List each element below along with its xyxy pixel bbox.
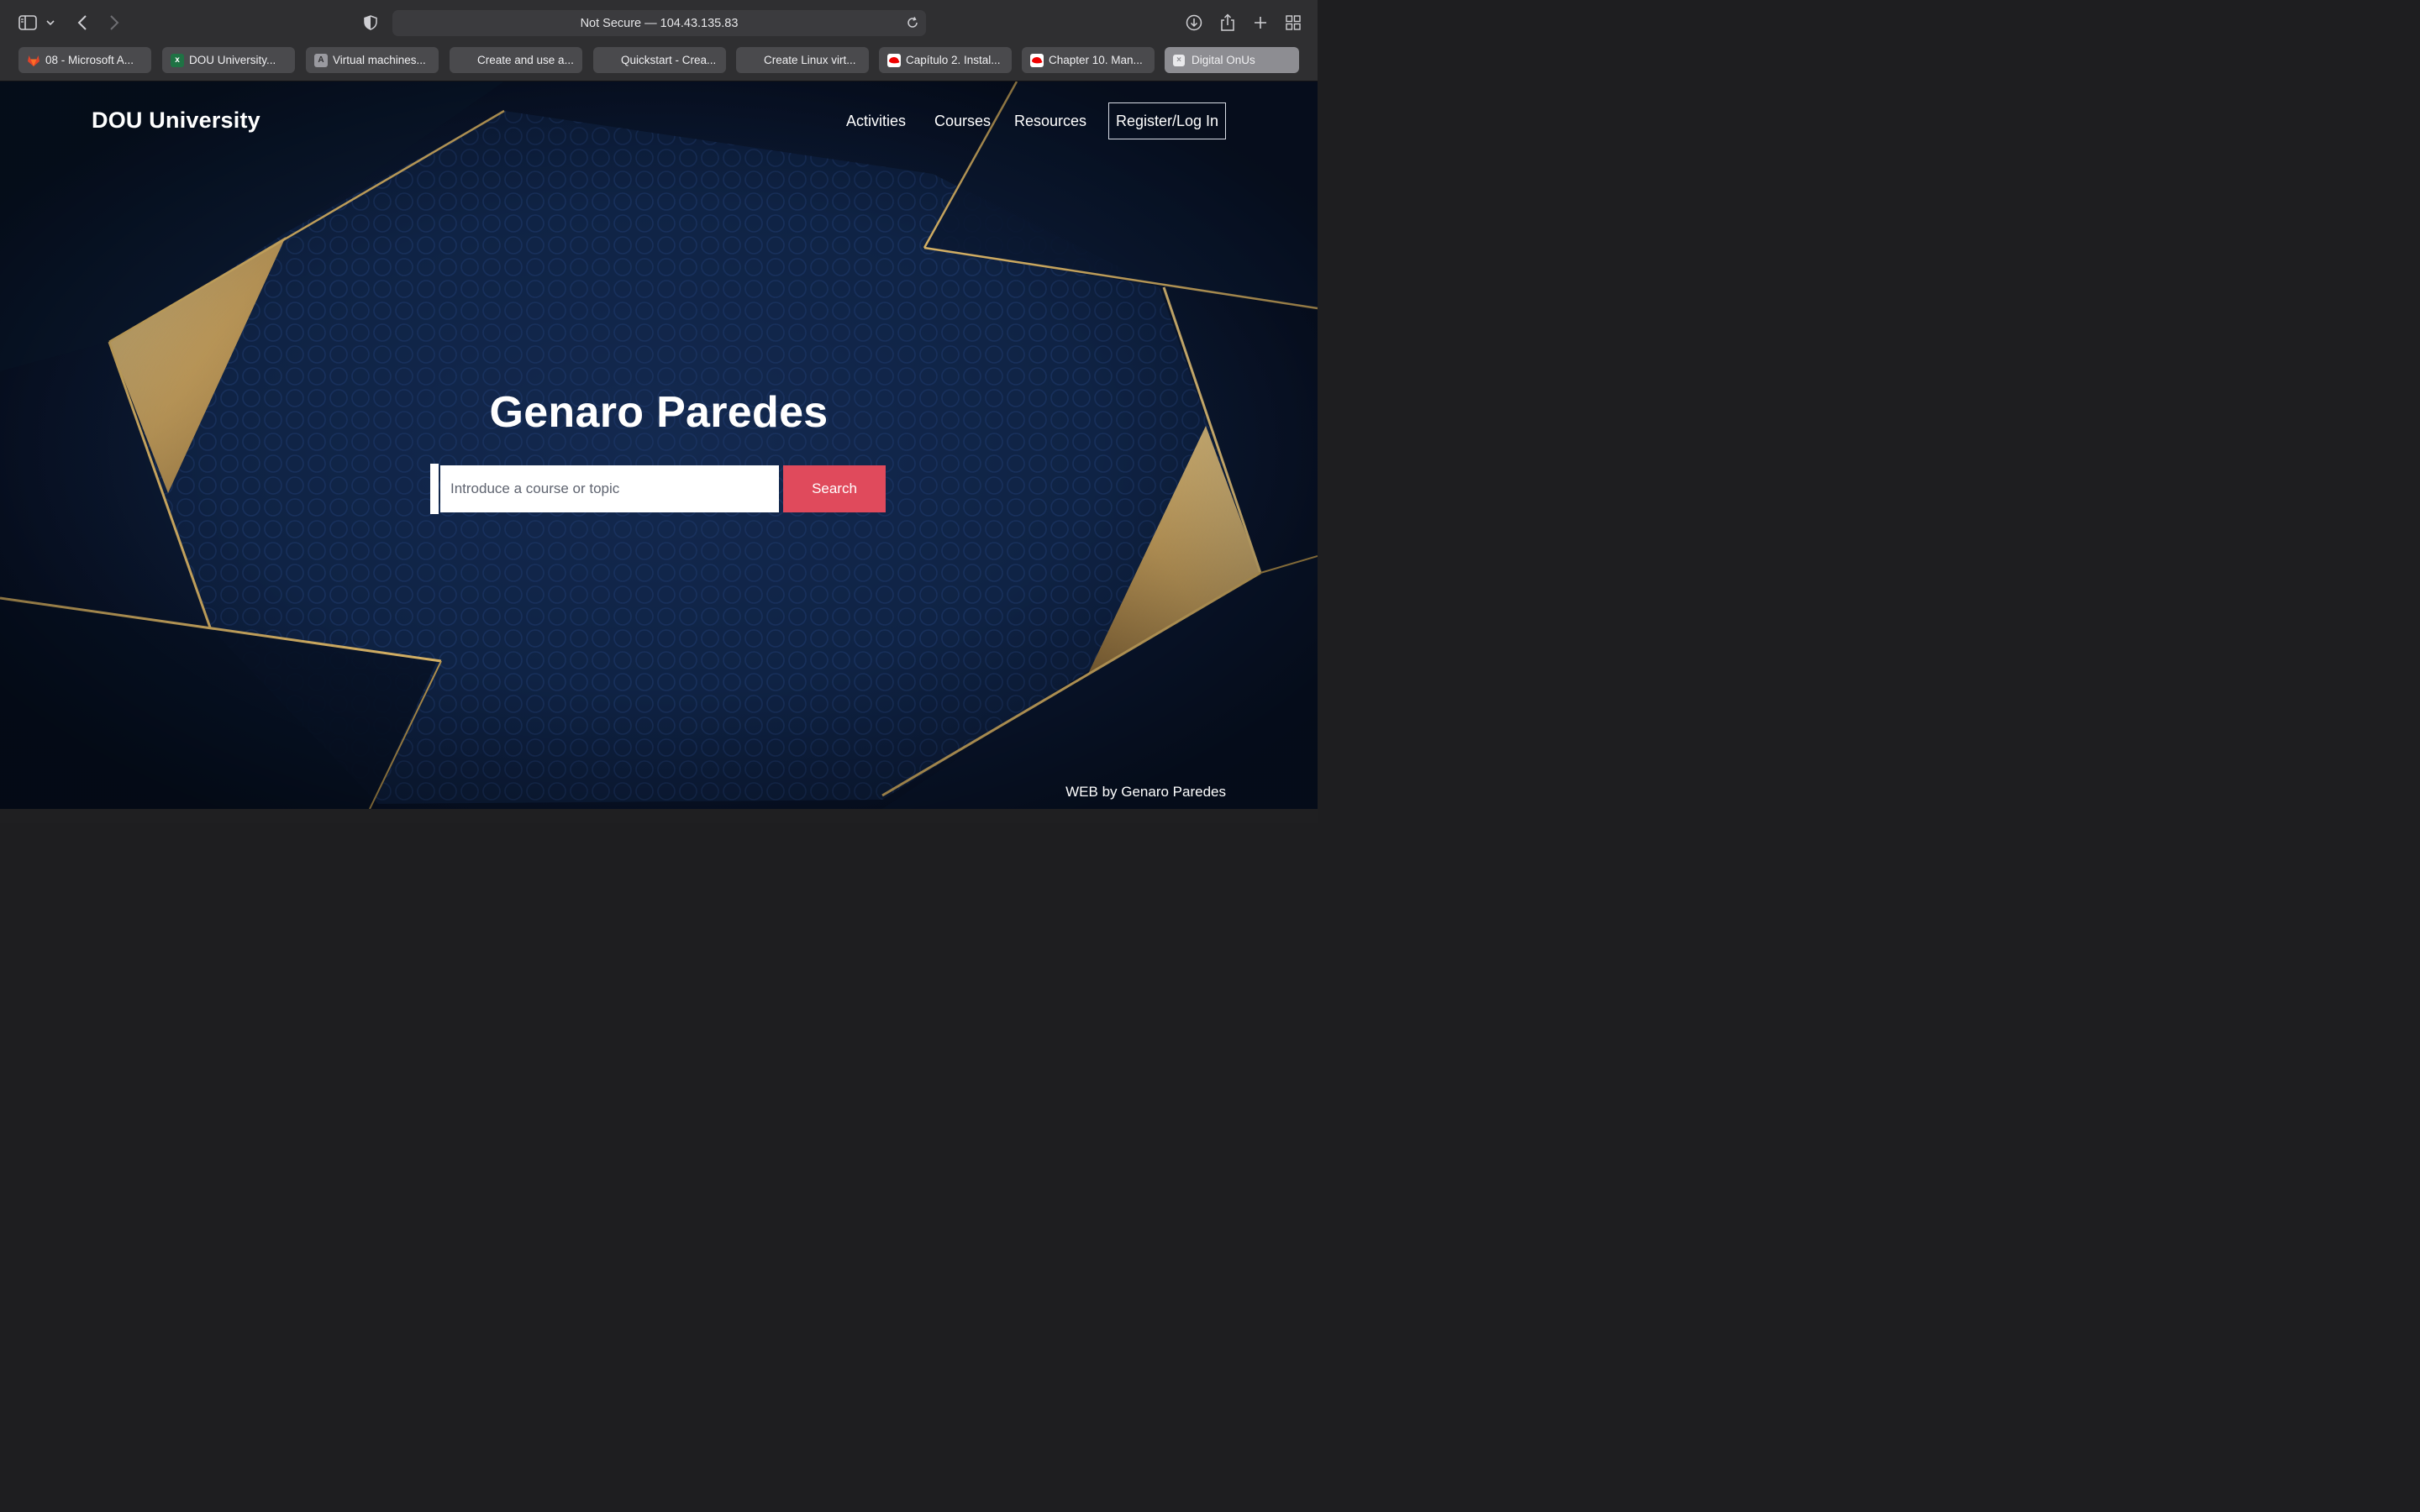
browser-toolbar: Not Secure — 104.43.135.83	[0, 0, 1318, 45]
hero-background	[0, 81, 1318, 809]
redhat-icon	[1030, 53, 1044, 67]
tab-label: Capítulo 2. Instal...	[906, 54, 1001, 66]
x-box-icon: ×	[1173, 54, 1185, 66]
tab-bar: 08 - Microsoft A... x DOU University... …	[0, 47, 1318, 74]
tab-label: Create Linux virt...	[764, 54, 856, 66]
browser-chrome: Not Secure — 104.43.135.83 08 - Microsof…	[0, 0, 1318, 81]
reload-icon[interactable]	[906, 16, 919, 29]
tab-label: Create and use a...	[477, 54, 574, 66]
excel-icon: x	[171, 53, 184, 67]
tab-label: Quickstart - Crea...	[621, 54, 717, 66]
tab-microsoft-a[interactable]: 08 - Microsoft A...	[18, 47, 151, 73]
microsoft-icon	[458, 53, 472, 67]
microsoft-icon	[744, 53, 759, 67]
back-icon[interactable]	[71, 12, 93, 34]
address-bar[interactable]: Not Secure — 104.43.135.83	[392, 10, 926, 36]
next-section-peek	[0, 809, 1318, 823]
footer-credit: WEB by Genaro Paredes	[1065, 784, 1226, 800]
tab-create-and-use[interactable]: Create and use a...	[450, 47, 582, 73]
search-accent-bar	[430, 464, 439, 514]
tab-virtual-machines[interactable]: A Virtual machines...	[306, 47, 439, 73]
nav-activities[interactable]: Activities	[846, 113, 906, 130]
search-button[interactable]: Search	[783, 465, 886, 512]
a-letter-icon: A	[314, 53, 328, 67]
tab-label: Virtual machines...	[333, 54, 426, 66]
tab-capitulo-2[interactable]: Capítulo 2. Instal...	[879, 47, 1012, 73]
download-icon[interactable]	[1183, 12, 1205, 34]
site-brand[interactable]: DOU University	[92, 108, 260, 134]
sidebar-toggle-icon[interactable]	[17, 12, 39, 34]
hero-title: Genaro Paredes	[489, 388, 829, 437]
address-text: Not Secure — 104.43.135.83	[580, 16, 739, 30]
tab-label: DOU University...	[189, 54, 276, 66]
tab-label: 08 - Microsoft A...	[45, 54, 134, 66]
nav-courses[interactable]: Courses	[934, 113, 991, 130]
page-content: DOU University Activities Courses Resour…	[0, 81, 1318, 809]
tab-label: Chapter 10. Man...	[1049, 54, 1143, 66]
microsoft-icon	[602, 53, 616, 67]
tab-digital-onus[interactable]: × Digital OnUs	[1165, 47, 1299, 73]
new-tab-icon[interactable]	[1249, 12, 1271, 34]
gitlab-icon	[27, 54, 40, 67]
privacy-shield-icon[interactable]	[360, 12, 381, 34]
tab-create-linux[interactable]: Create Linux virt...	[736, 47, 869, 73]
tab-dou-university[interactable]: x DOU University...	[162, 47, 295, 73]
register-login-button[interactable]: Register/Log In	[1108, 102, 1226, 139]
search-input[interactable]	[440, 465, 779, 512]
tab-chapter-10[interactable]: Chapter 10. Man...	[1022, 47, 1155, 73]
chevron-down-icon[interactable]	[42, 12, 59, 34]
nav-resources[interactable]: Resources	[1014, 113, 1086, 130]
share-icon[interactable]	[1217, 12, 1239, 34]
forward-icon[interactable]	[103, 12, 125, 34]
tab-quickstart[interactable]: Quickstart - Crea...	[593, 47, 726, 73]
redhat-icon	[887, 53, 901, 67]
tab-label: Digital OnUs	[1192, 54, 1255, 66]
tab-overview-icon[interactable]	[1282, 12, 1304, 34]
